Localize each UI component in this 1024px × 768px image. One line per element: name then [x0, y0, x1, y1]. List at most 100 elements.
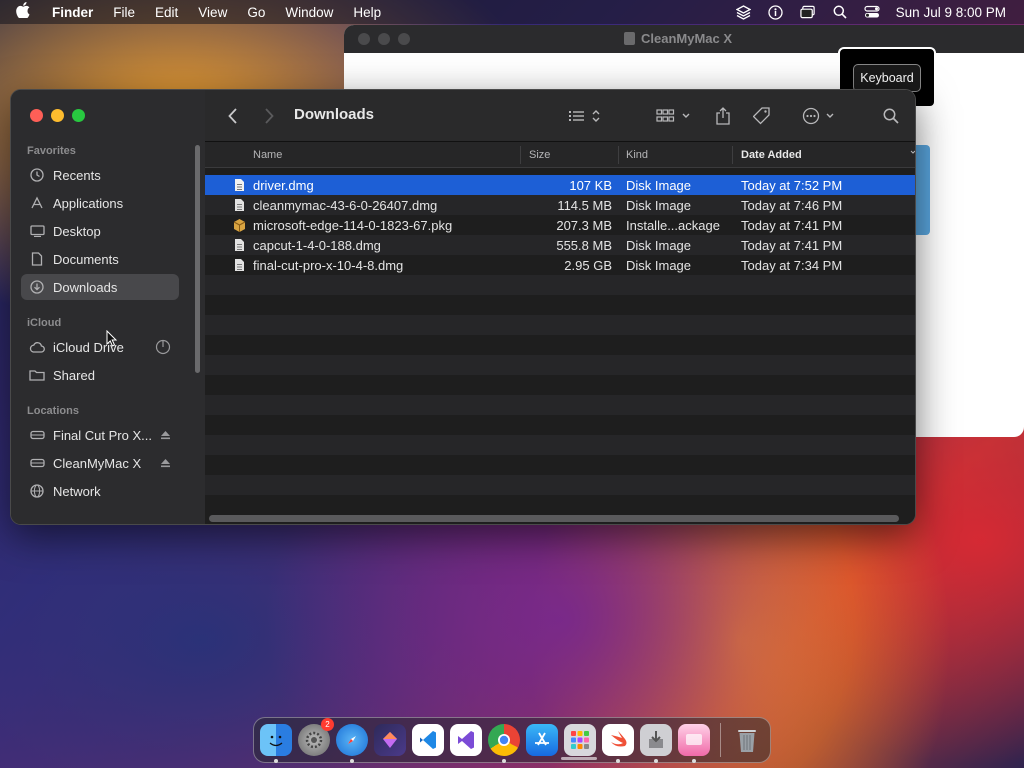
document-icon — [29, 251, 45, 267]
sidebar-item-shared[interactable]: Shared — [21, 362, 179, 388]
menu-window[interactable]: Window — [275, 5, 343, 20]
menu-go[interactable]: Go — [237, 5, 275, 20]
cleanmymac-title-text: CleanMyMac X — [641, 31, 733, 46]
system-settings-icon[interactable]: 2 — [298, 718, 334, 756]
sidebar-item-icloud-drive[interactable]: iCloud Drive — [21, 334, 179, 360]
screen-mirroring-icon[interactable] — [800, 4, 816, 20]
menu-edit[interactable]: Edit — [145, 5, 188, 20]
menu-view[interactable]: View — [188, 5, 237, 20]
mouse-cursor-icon — [106, 330, 118, 347]
visual-studio-icon[interactable] — [450, 724, 482, 756]
column-divider[interactable] — [618, 146, 619, 164]
launchpad-icon[interactable] — [564, 724, 596, 756]
running-indicator — [654, 759, 658, 763]
network-icon — [29, 483, 45, 499]
dock-separator — [720, 723, 721, 757]
menu-help[interactable]: Help — [343, 5, 391, 20]
zoom-button[interactable] — [398, 33, 410, 45]
sidebar-item-applications[interactable]: Applications — [21, 190, 179, 216]
shared-folder-icon — [29, 367, 45, 383]
running-indicator — [274, 759, 278, 763]
empty-row — [205, 275, 915, 295]
file-name: microsoft-edge-114-0-1823-67.pkg — [253, 218, 453, 233]
file-size: 2.95 GB — [564, 258, 612, 273]
sidebar-item-downloads[interactable]: Downloads — [21, 274, 179, 300]
spotlight-search-icon[interactable] — [832, 4, 848, 20]
sidebar-item-label: Final Cut Pro X... — [53, 427, 152, 443]
cleanmymac-window-controls[interactable] — [344, 33, 410, 45]
drive-icon — [29, 455, 45, 471]
tags-button[interactable] — [751, 106, 773, 126]
list-view-button[interactable] — [567, 106, 605, 126]
sidebar-item-documents[interactable]: Documents — [21, 246, 179, 272]
sidebar-item-final-cut-pro[interactable]: Final Cut Pro X... — [21, 422, 179, 448]
menu-file[interactable]: File — [103, 5, 145, 20]
running-indicator — [692, 759, 696, 763]
vscode-icon[interactable] — [412, 724, 444, 756]
file-row[interactable]: final-cut-pro-x-10-4-8.dmg 2.95 GB Disk … — [205, 255, 915, 275]
cloud-icon — [29, 339, 45, 355]
back-button[interactable] — [225, 106, 241, 126]
control-center-icon[interactable] — [864, 4, 880, 20]
group-by-button[interactable] — [655, 106, 695, 126]
menu-clock[interactable]: Sun Jul 9 8:00 PM — [896, 5, 1006, 20]
horizontal-scrollbar[interactable] — [209, 515, 899, 522]
file-name: driver.dmg — [253, 178, 314, 193]
close-button[interactable] — [358, 33, 370, 45]
minimize-button[interactable] — [51, 109, 64, 122]
zoom-button[interactable] — [72, 109, 85, 122]
file-row[interactable]: cleanmymac-43-6-0-26407.dmg 114.5 MB Dis… — [205, 195, 915, 215]
sidebar-item-network[interactable]: Network — [21, 478, 179, 504]
column-header-kind[interactable]: Kind — [626, 149, 648, 161]
column-header-size[interactable]: Size — [529, 149, 550, 161]
installer-icon[interactable] — [640, 724, 672, 763]
trash-icon[interactable] — [731, 724, 763, 756]
share-button[interactable] — [713, 106, 733, 126]
column-divider[interactable] — [520, 146, 521, 164]
empty-row — [205, 495, 915, 515]
column-header-name[interactable]: Name — [253, 149, 282, 161]
chevron-right-icon — [265, 108, 274, 124]
sidebar-item-label: Network — [53, 483, 101, 499]
sidebar-section-locations: Locations — [27, 405, 79, 417]
affinity-icon[interactable] — [374, 724, 406, 756]
sidebar-item-desktop[interactable]: Desktop — [21, 218, 179, 244]
search-button[interactable] — [881, 106, 901, 126]
file-row[interactable]: driver.dmg 107 KB Disk Image Today at 7:… — [205, 175, 915, 195]
column-divider[interactable] — [732, 146, 733, 164]
safari-icon[interactable] — [336, 724, 368, 763]
column-header-date-added[interactable]: Date Added — [741, 149, 802, 161]
sidebar-item-cleanmymac[interactable]: CleanMyMac X — [21, 450, 179, 476]
layers-icon[interactable] — [736, 4, 752, 20]
file-kind: Disk Image — [626, 198, 692, 213]
forward-button[interactable] — [261, 106, 277, 126]
sidebar-item-label: Desktop — [53, 223, 101, 239]
sidebar-item-label: Documents — [53, 251, 119, 267]
file-size: 107 KB — [569, 178, 612, 193]
app-store-icon[interactable] — [526, 724, 558, 756]
file-row[interactable]: microsoft-edge-114-0-1823-67.pkg 207.3 M… — [205, 215, 915, 235]
sidebar-scrollbar[interactable] — [195, 145, 200, 373]
more-actions-button[interactable] — [801, 106, 841, 126]
sort-chevron-icon — [910, 148, 915, 160]
accessibility-icon[interactable] — [768, 4, 784, 20]
close-button[interactable] — [30, 109, 43, 122]
download-icon — [29, 279, 45, 295]
swift-icon[interactable] — [602, 724, 634, 763]
file-kind: Installe...ackage — [626, 218, 720, 233]
apple-menu-icon[interactable] — [0, 2, 46, 22]
file-size: 114.5 MB — [557, 198, 612, 213]
file-kind: Disk Image — [626, 238, 692, 253]
sidebar-section-icloud: iCloud — [27, 317, 62, 329]
chrome-icon[interactable] — [488, 724, 520, 763]
menu-app-name[interactable]: Finder — [46, 5, 103, 20]
list-view-icon — [569, 110, 600, 122]
eject-icon[interactable] — [160, 458, 171, 468]
minimize-button[interactable] — [378, 33, 390, 45]
finder-icon[interactable] — [260, 724, 292, 763]
file-row[interactable]: capcut-1-4-0-188.dmg 555.8 MB Disk Image… — [205, 235, 915, 255]
empty-row — [205, 415, 915, 435]
eject-icon[interactable] — [160, 430, 171, 440]
cleanmymac-icon[interactable] — [678, 724, 710, 763]
sidebar-item-recents[interactable]: Recents — [21, 162, 179, 188]
